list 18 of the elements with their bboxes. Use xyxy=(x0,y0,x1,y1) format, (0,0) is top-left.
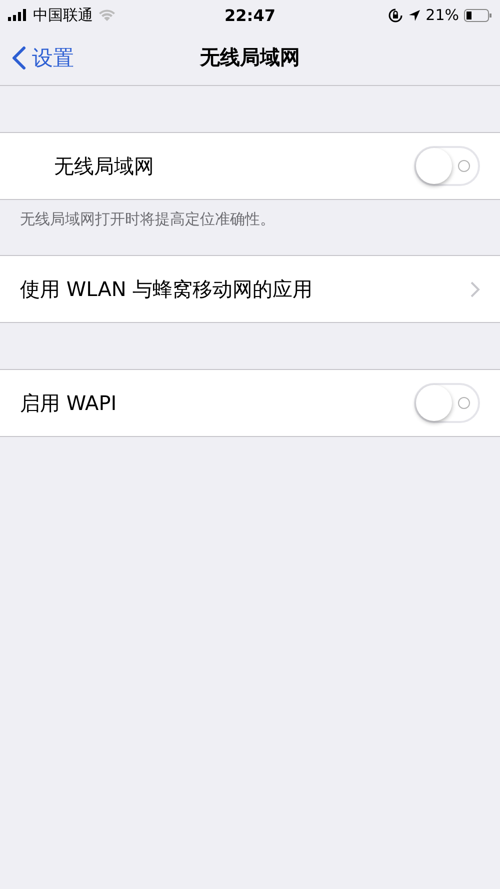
location-icon xyxy=(408,8,421,22)
chevron-icon xyxy=(12,46,26,70)
carrier-name: 中国联通 xyxy=(33,6,93,24)
wifi-icon xyxy=(98,8,116,22)
signal-icon xyxy=(8,9,28,21)
back-button[interactable]: 设置 xyxy=(0,42,80,72)
chevron-icon[interactable] xyxy=(470,280,480,298)
footer-note: 无线局域网打开时将提高定位准确性。 xyxy=(20,210,275,228)
row-label: 使用 WLAN 与蜂窝移动网的应用 xyxy=(20,276,313,302)
toggle-switch[interactable] xyxy=(414,383,480,423)
battery-icon xyxy=(464,8,492,22)
battery-percentage: 21% xyxy=(426,6,459,24)
row-label: 启用 WAPI xyxy=(20,390,117,416)
page-title: 无线局域网 xyxy=(200,44,300,71)
rotation-lock-icon xyxy=(388,8,403,22)
row-label: 无线局域网 xyxy=(54,152,154,180)
clock-time: 22:47 xyxy=(224,6,276,24)
toggle-switch[interactable] xyxy=(414,146,480,186)
